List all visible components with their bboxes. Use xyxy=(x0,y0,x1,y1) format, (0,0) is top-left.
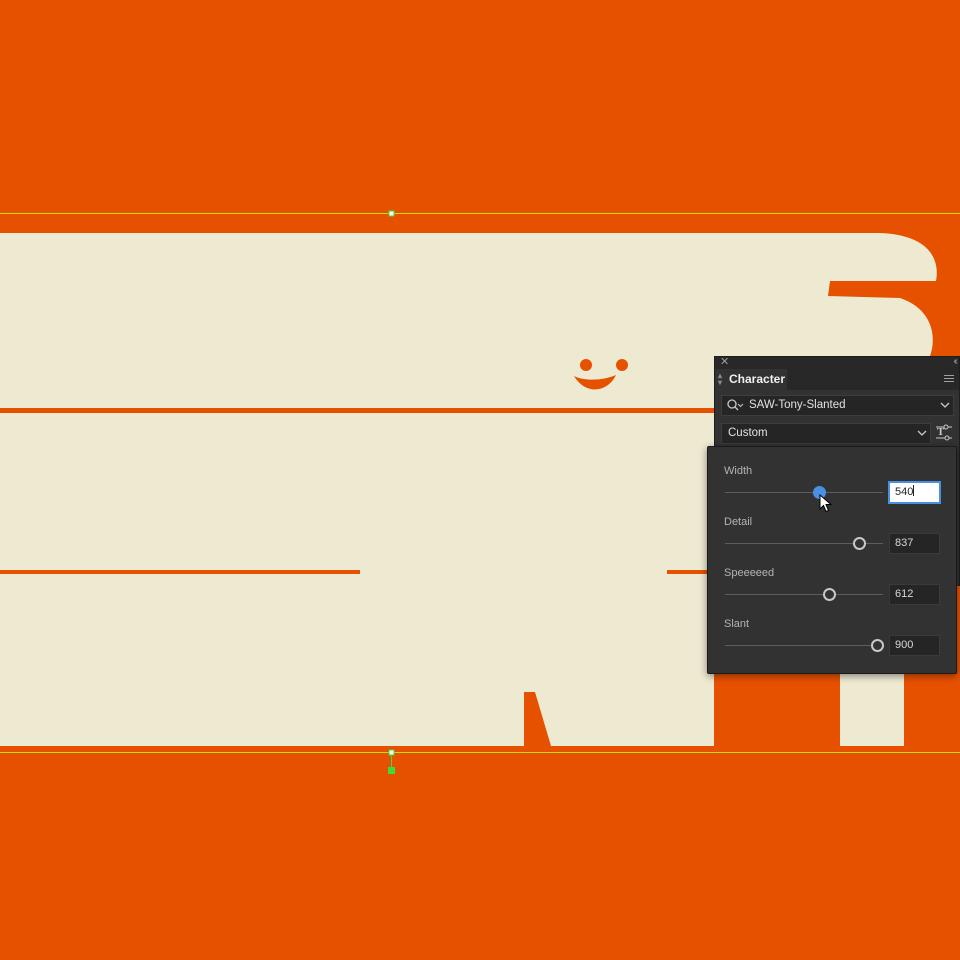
slider-track[interactable] xyxy=(725,645,883,646)
font-style-field[interactable]: Custom xyxy=(721,423,931,444)
font-family-field[interactable]: SAW-Tony-Slanted xyxy=(721,395,954,416)
close-icon[interactable]: ✕ xyxy=(720,355,729,369)
slider-track[interactable] xyxy=(725,492,883,493)
tab-grip-icon[interactable]: ▴ ▾ xyxy=(718,372,722,387)
smile-eye-icon xyxy=(616,359,628,371)
variable-font-popover: Width 540 Detail 837 Speeeeed 612 Slant … xyxy=(707,446,957,674)
tab-character[interactable]: ▴ ▾ Character xyxy=(715,369,787,390)
axis-value-input[interactable]: 540 xyxy=(889,482,940,503)
axis-value-input[interactable]: 900 xyxy=(889,635,940,656)
smile-eye-icon xyxy=(580,359,592,371)
selection-handle-baseline[interactable] xyxy=(388,767,395,774)
axis-value-input[interactable]: 837 xyxy=(889,533,940,554)
variable-font-icon[interactable]: T xyxy=(935,424,953,442)
axis-label: Detail xyxy=(724,516,753,528)
panel-tab-row: ▴ ▾ Character xyxy=(715,369,959,390)
axis-label: Speeeeed xyxy=(724,567,775,579)
axis-label: Width xyxy=(724,465,753,477)
axis-label: Slant xyxy=(724,618,750,630)
slider-thumb[interactable] xyxy=(853,537,866,550)
panel-titlebar: ✕ ‹‹ xyxy=(715,355,959,369)
panel-menu-icon[interactable] xyxy=(944,375,954,384)
axis-value-input[interactable]: 612 xyxy=(889,584,940,605)
axis-speed: Speeeeed 612 xyxy=(708,567,956,617)
tab-character-label: Character xyxy=(729,372,786,386)
right-shape-fragment xyxy=(840,674,904,746)
search-icon[interactable] xyxy=(726,398,744,414)
font-style-value: Custom xyxy=(728,427,768,439)
baseline-stripe xyxy=(0,570,360,574)
slider-thumb[interactable] xyxy=(871,639,884,652)
axis-slant: Slant 900 xyxy=(708,618,956,668)
baseline-stripe xyxy=(0,408,714,413)
selection-handle-bottom[interactable] xyxy=(388,749,395,756)
font-family-value: SAW-Tony-Slanted xyxy=(749,399,846,411)
selection-handle-top[interactable] xyxy=(388,210,395,217)
slider-track[interactable] xyxy=(725,594,883,595)
slider-tick xyxy=(877,543,883,544)
mouse-pointer-icon xyxy=(819,494,833,513)
chevron-down-icon[interactable] xyxy=(939,399,951,411)
chevron-down-icon[interactable] xyxy=(916,427,928,439)
axis-detail: Detail 837 xyxy=(708,516,956,566)
slider-thumb[interactable] xyxy=(823,588,836,601)
collapse-icon[interactable]: ‹‹ xyxy=(953,355,957,369)
